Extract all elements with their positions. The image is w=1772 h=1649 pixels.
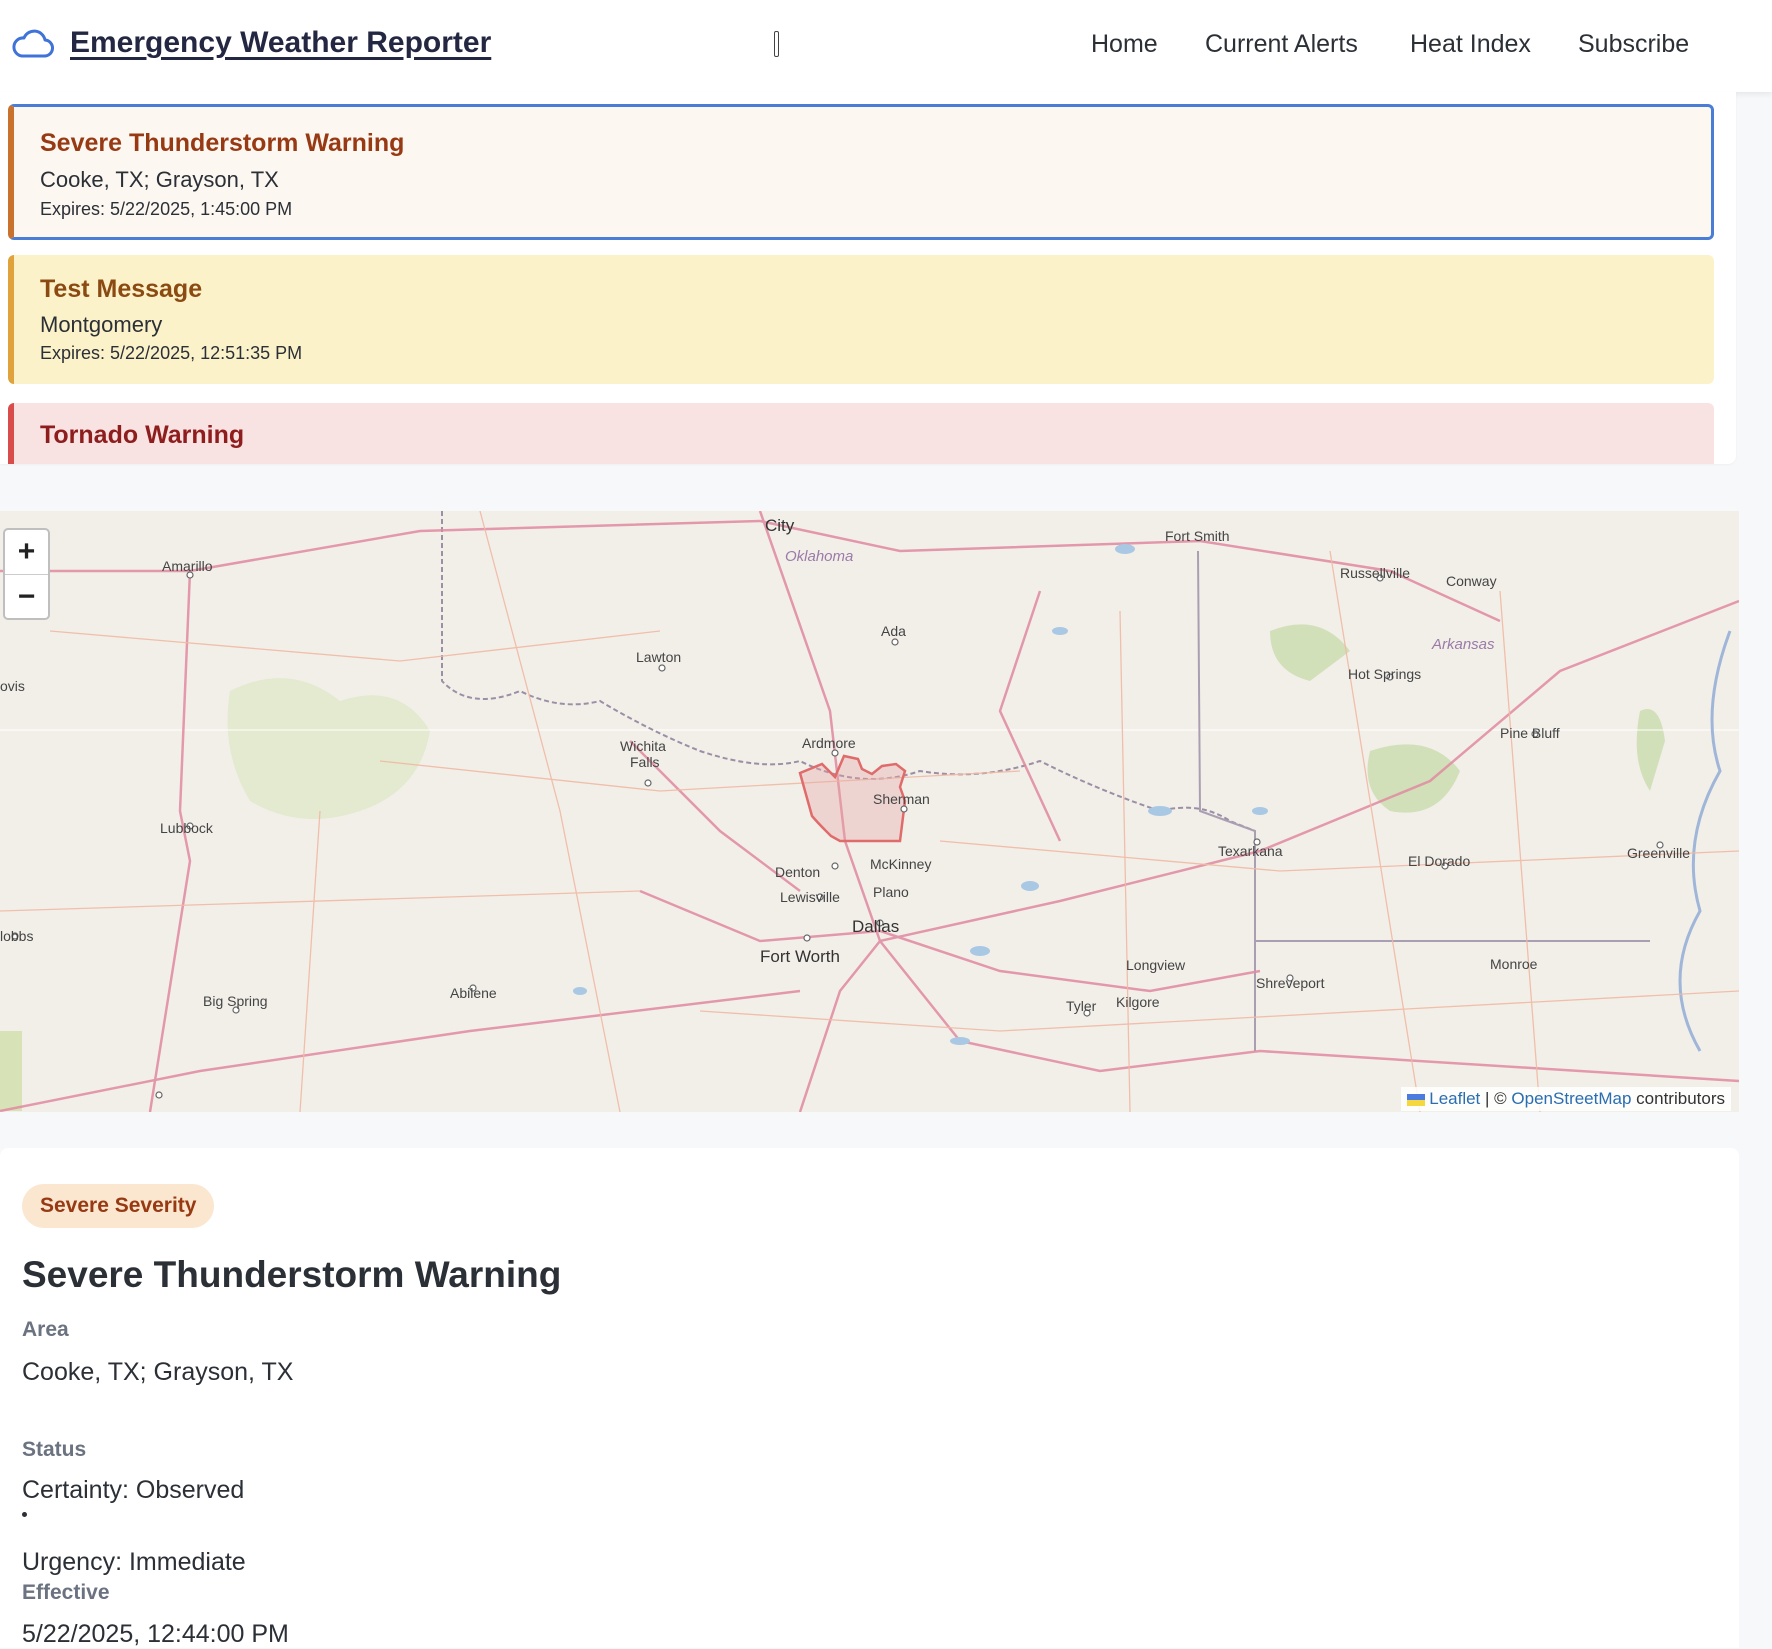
map-label: Ada bbox=[881, 623, 906, 639]
map-label: Texarkana bbox=[1218, 843, 1283, 859]
map-label: Ardmore bbox=[802, 735, 856, 751]
map-label: Falls bbox=[630, 754, 660, 770]
alert-title: Test Message bbox=[40, 275, 203, 303]
map-label: Fort Smith bbox=[1165, 528, 1230, 544]
map-tiles[interactable]: City Oklahoma Fort Smith Amarillo Russel… bbox=[0, 511, 1739, 1112]
map-label: Lawton bbox=[636, 649, 681, 665]
certainty-value: Certainty: Observed bbox=[22, 1476, 245, 1504]
zoom-out-button[interactable]: − bbox=[5, 575, 48, 619]
map-label: McKinney bbox=[870, 856, 931, 872]
map-label: Russellville bbox=[1340, 565, 1410, 581]
map-label: Hot Springs bbox=[1348, 666, 1421, 682]
nav-subscribe[interactable]: Subscribe bbox=[1578, 30, 1689, 59]
map-attribution: Leaflet | © OpenStreetMap contributors bbox=[1401, 1087, 1731, 1111]
area-label: Area bbox=[22, 1318, 69, 1341]
map-label: City bbox=[765, 516, 795, 535]
alert-map[interactable]: City Oklahoma Fort Smith Amarillo Russel… bbox=[0, 511, 1739, 1112]
leaflet-link[interactable]: Leaflet bbox=[1429, 1089, 1480, 1108]
map-label: Oklahoma bbox=[785, 548, 853, 565]
alert-area: Cooke, TX; Grayson, TX bbox=[40, 167, 279, 192]
attribution-separator: | © bbox=[1485, 1089, 1507, 1108]
map-label: Tyler bbox=[1066, 998, 1097, 1014]
map-label: Shreveport bbox=[1256, 975, 1325, 991]
ukraine-flag-icon bbox=[1407, 1093, 1426, 1106]
map-label: Abilene bbox=[450, 985, 497, 1001]
map-label: Plano bbox=[873, 884, 909, 900]
map-label: Greenville bbox=[1627, 845, 1690, 861]
map-label: ovis bbox=[0, 678, 25, 694]
map-label: lobbs bbox=[0, 928, 33, 944]
alert-card-test-message[interactable]: Test Message Montgomery Expires: 5/22/20… bbox=[8, 255, 1714, 384]
resize-handle[interactable] bbox=[774, 31, 779, 57]
map-label: Conway bbox=[1446, 573, 1497, 589]
alert-expires: Expires: 5/22/2025, 1:45:00 PM bbox=[40, 199, 293, 219]
detail-title: Severe Thunderstorm Warning bbox=[22, 1254, 562, 1295]
attribution-contributors: contributors bbox=[1636, 1089, 1725, 1108]
osm-link[interactable]: OpenStreetMap bbox=[1511, 1089, 1631, 1108]
map-label: Lewisville bbox=[780, 889, 840, 905]
zoom-in-button[interactable]: + bbox=[5, 530, 48, 575]
alert-title: Severe Thunderstorm Warning bbox=[40, 129, 405, 157]
nav-home[interactable]: Home bbox=[1091, 30, 1158, 59]
map-label: Wichita bbox=[620, 738, 666, 754]
urgency-value: Urgency: Immediate bbox=[22, 1548, 246, 1576]
map-label: Arkansas bbox=[1431, 636, 1495, 653]
map-label: Amarillo bbox=[162, 558, 213, 574]
map-label: Fort Worth bbox=[760, 947, 840, 966]
zoom-control: + − bbox=[3, 528, 50, 620]
status-label: Status bbox=[22, 1438, 87, 1461]
effective-value: 5/22/2025, 12:44:00 PM bbox=[22, 1620, 289, 1648]
nav-heat-index[interactable]: Heat Index bbox=[1410, 30, 1531, 59]
bullet-separator bbox=[22, 1512, 27, 1517]
alert-area: Montgomery bbox=[40, 312, 163, 337]
alert-card-severe-thunderstorm[interactable]: Severe Thunderstorm Warning Cooke, TX; G… bbox=[8, 104, 1714, 240]
app-title-link[interactable]: Emergency Weather Reporter bbox=[70, 26, 491, 60]
alert-title: Tornado Warning bbox=[40, 421, 245, 449]
map-label: Longview bbox=[1126, 957, 1186, 973]
alert-list[interactable]: Severe Thunderstorm Warning Cooke, TX; G… bbox=[0, 92, 1736, 464]
map-label: Monroe bbox=[1490, 956, 1538, 972]
map-label: Sherman bbox=[873, 791, 930, 807]
map-label: El Dorado bbox=[1408, 853, 1470, 869]
top-header: Emergency Weather Reporter Home Current … bbox=[0, 0, 1772, 92]
map-label: Kilgore bbox=[1116, 994, 1160, 1010]
map-label: Big Spring bbox=[203, 993, 268, 1009]
alert-card-tornado-warning[interactable]: Tornado Warning bbox=[8, 403, 1714, 464]
map-label: Denton bbox=[775, 864, 820, 880]
area-value: Cooke, TX; Grayson, TX bbox=[22, 1358, 294, 1386]
effective-label: Effective bbox=[22, 1581, 110, 1604]
alert-details: Severe Severity Severe Thunderstorm Warn… bbox=[0, 1148, 1739, 1648]
nav-current-alerts[interactable]: Current Alerts bbox=[1205, 30, 1358, 59]
map-label: Pine Bluff bbox=[1500, 725, 1560, 741]
map-label: Dallas bbox=[852, 917, 899, 936]
map-label: Lubbock bbox=[160, 820, 214, 836]
cloud-icon bbox=[12, 29, 54, 58]
alert-expires: Expires: 5/22/2025, 12:51:35 PM bbox=[40, 343, 303, 363]
severity-badge: Severe Severity bbox=[22, 1184, 215, 1228]
